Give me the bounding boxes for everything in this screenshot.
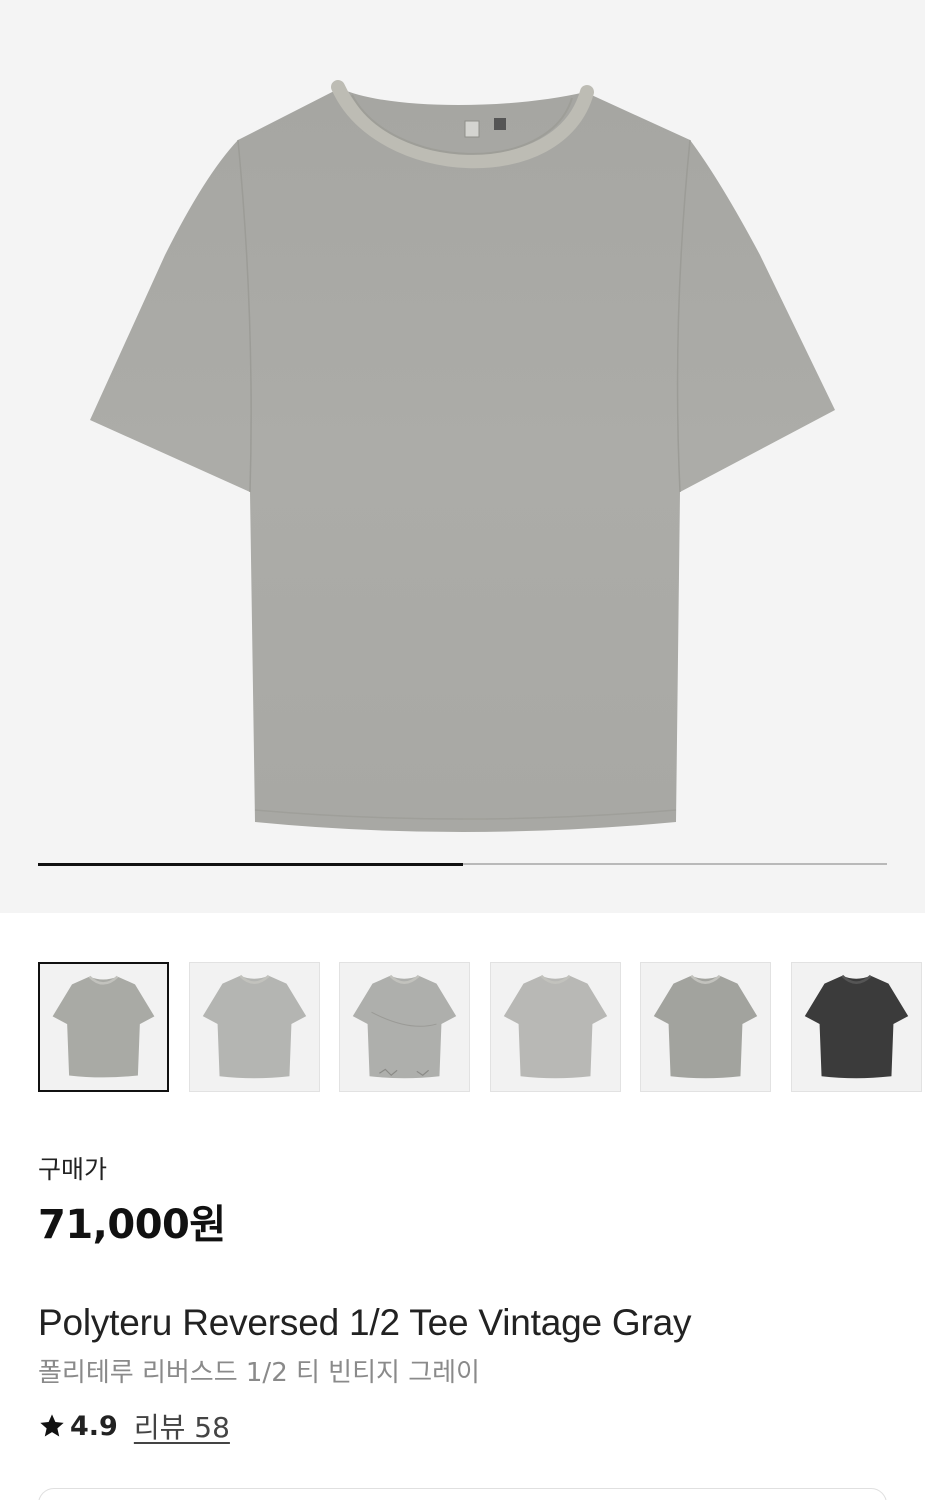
product-main-image	[90, 80, 835, 832]
thumbnail-1[interactable]	[38, 962, 169, 1092]
thumbnail-5[interactable]	[640, 962, 771, 1092]
review-count-link[interactable]: 리뷰 58	[134, 1406, 230, 1446]
thumbnail-tee-image	[804, 974, 908, 1079]
price-label: 구매가	[38, 1155, 108, 1184]
star-icon	[40, 1414, 64, 1437]
rating-value: 4.9	[70, 1410, 118, 1442]
gallery-progress-fill	[38, 862, 463, 866]
gallery-progress-bar	[38, 862, 887, 866]
product-name-ko: 폴리테루 리버스드 1/2 티 빈티지 그레이	[38, 1358, 480, 1388]
rating-row: 4.9 리뷰 58	[38, 1408, 230, 1444]
thumbnail-4[interactable]	[489, 962, 621, 1092]
price-value: 71,000원	[38, 1202, 226, 1248]
thumbnail-3[interactable]	[339, 962, 470, 1092]
thumbnail-strip[interactable]	[38, 962, 925, 1092]
thumbnail-tee-image	[352, 974, 457, 1079]
options-box[interactable]	[38, 1488, 887, 1500]
thumbnail-tee-image	[653, 974, 758, 1079]
thumbnail-2[interactable]	[188, 962, 320, 1092]
product-image-gallery[interactable]	[0, 0, 925, 913]
thumbnail-tee-image	[202, 974, 306, 1079]
thumbnail-tee-image	[52, 975, 155, 1078]
product-name-en: Polyteru Reversed 1/2 Tee Vintage Gray	[38, 1302, 692, 1343]
thumbnail-6[interactable]	[790, 962, 922, 1092]
thumbnail-tee-image	[503, 974, 607, 1079]
